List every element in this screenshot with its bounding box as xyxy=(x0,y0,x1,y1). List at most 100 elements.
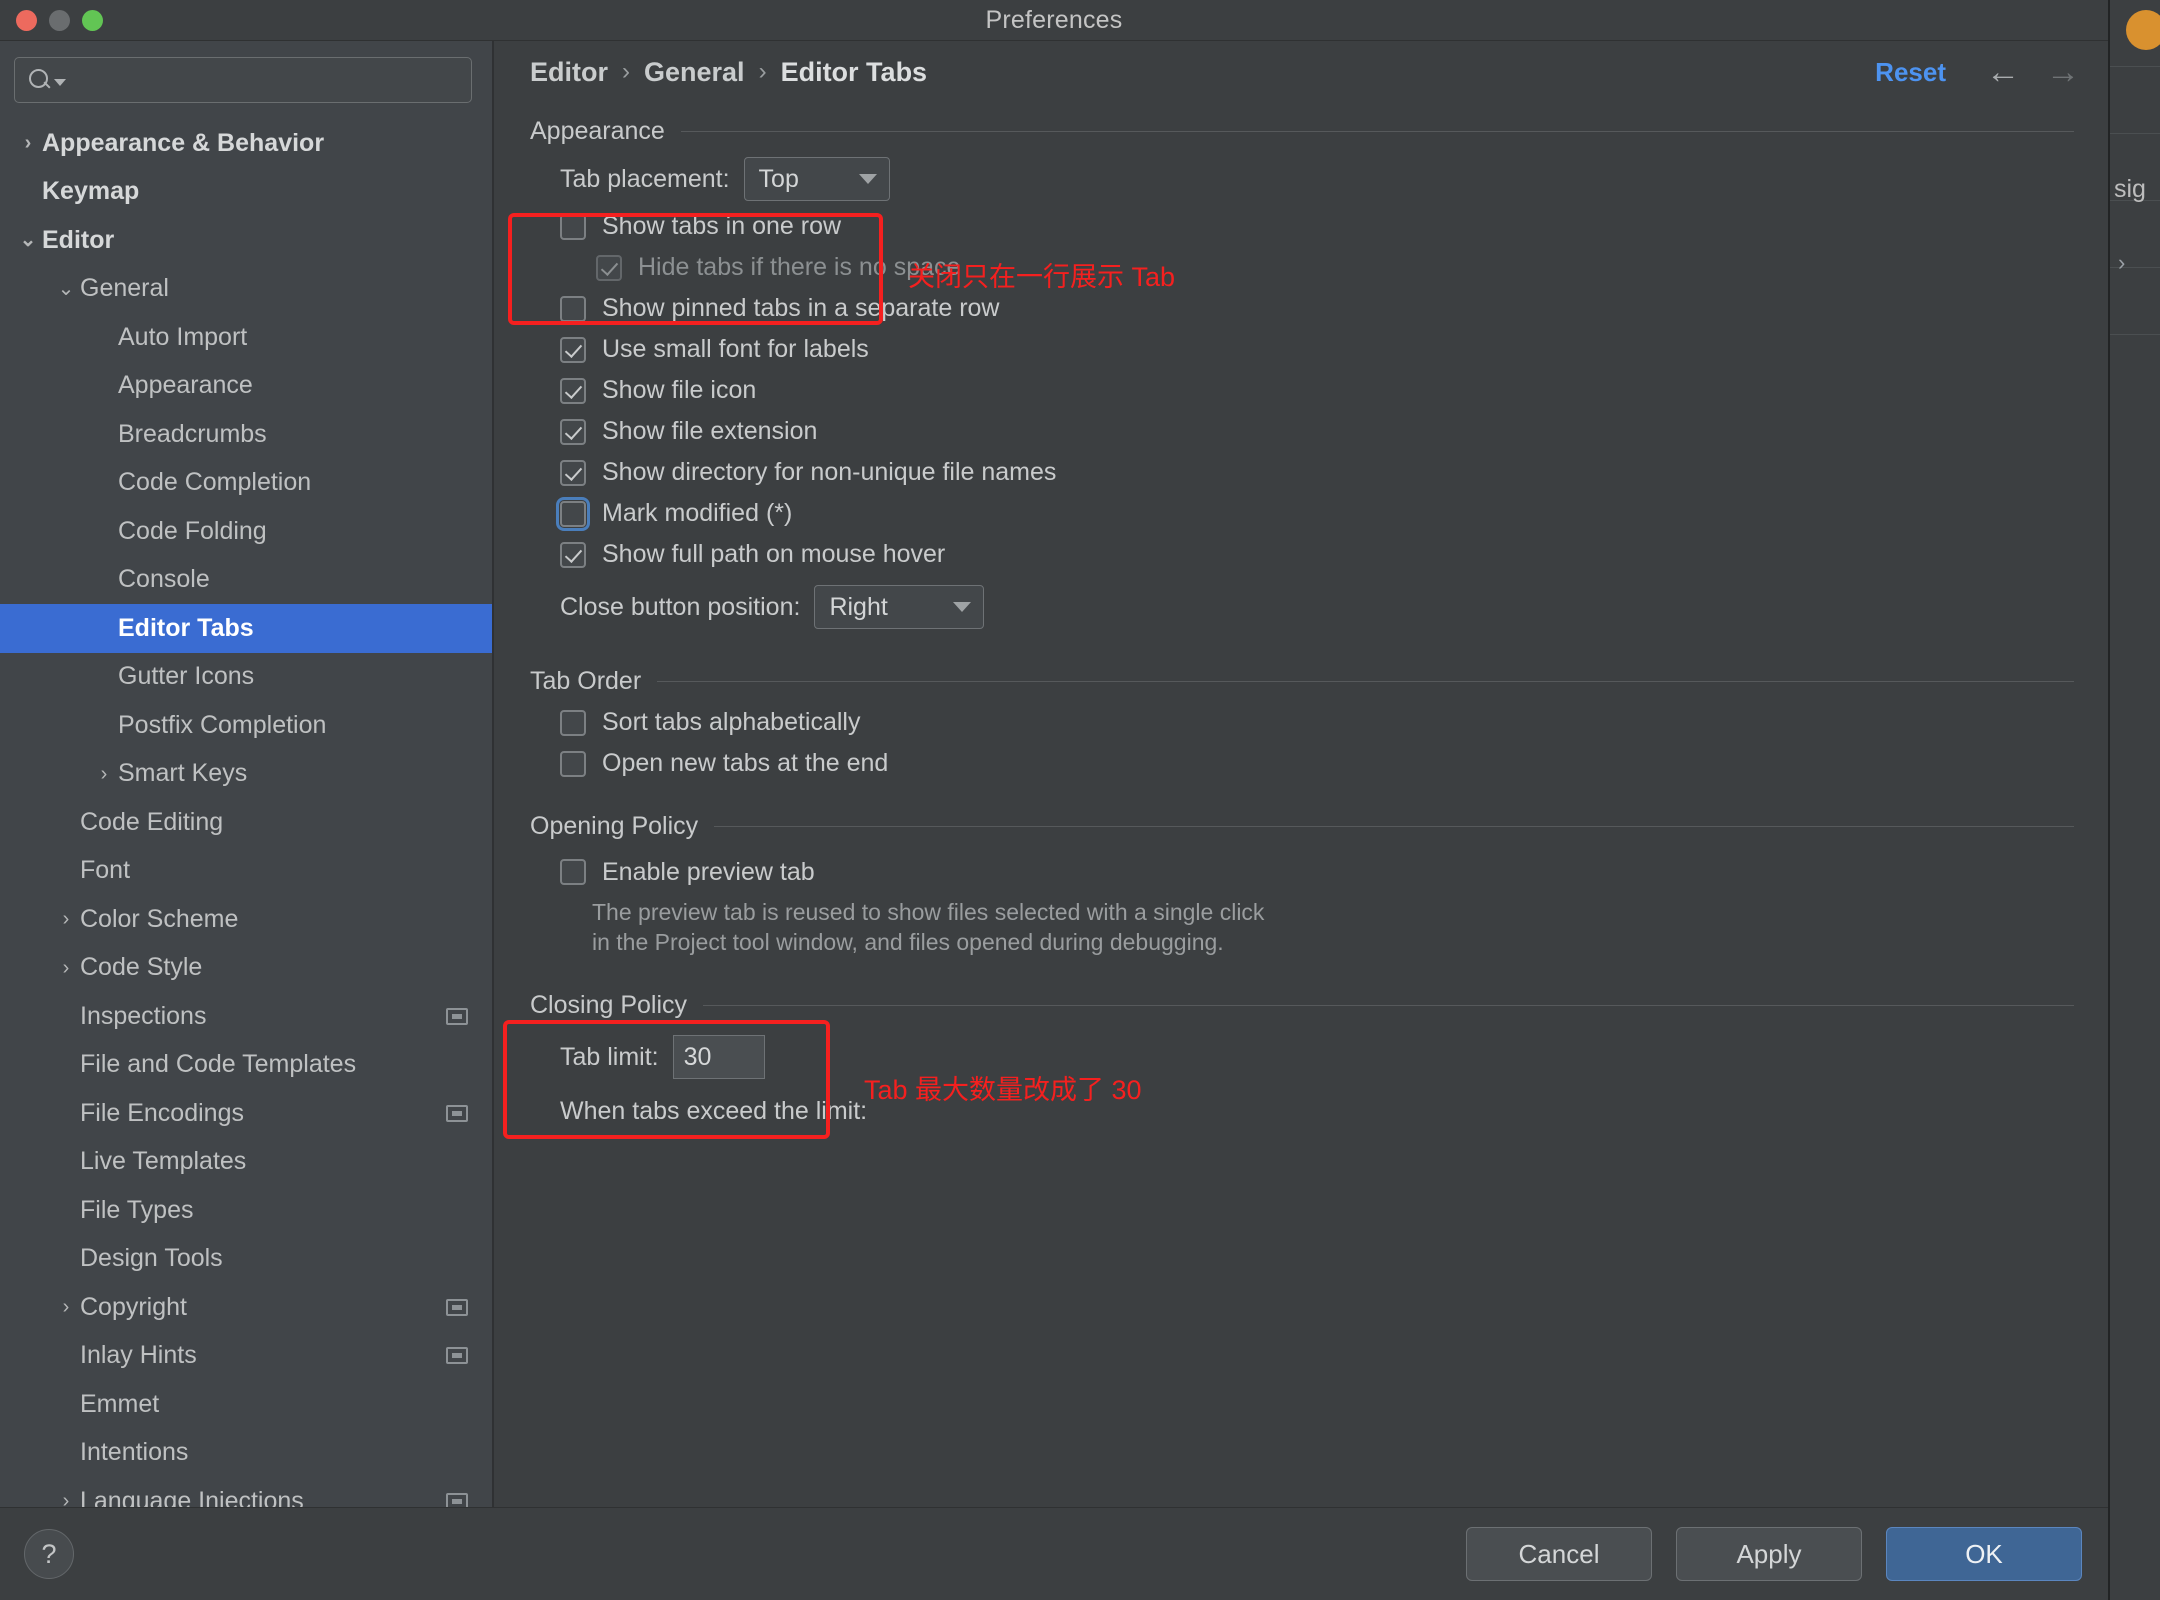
checkbox-row-show-directory-for-non-unique-file-names[interactable]: Show directory for non-unique file names xyxy=(530,452,2074,493)
sort-tabs-alphabetically-checkbox[interactable] xyxy=(560,710,586,736)
tab-limit-label: Tab limit: xyxy=(560,1043,659,1072)
enable-preview-tab-row[interactable]: Enable preview tab xyxy=(530,847,2074,897)
close-window-icon[interactable] xyxy=(16,10,37,31)
window-title: Preferences xyxy=(986,6,1123,35)
sidebar-item-file-and-code-templates[interactable]: ›File and Code Templates xyxy=(0,1041,492,1090)
close-button-position-select[interactable]: Right xyxy=(814,585,984,629)
sidebar-item-breadcrumbs[interactable]: ›Breadcrumbs xyxy=(0,410,492,459)
sidebar-item-appearance[interactable]: ›Appearance xyxy=(0,362,492,411)
reset-link[interactable]: Reset xyxy=(1875,57,1946,88)
sidebar-item-file-encodings[interactable]: ›File Encodings xyxy=(0,1089,492,1138)
breadcrumb-item-editor[interactable]: Editor xyxy=(530,57,608,88)
sidebar-item-label: Emmet xyxy=(80,1390,159,1419)
cancel-button[interactable]: Cancel xyxy=(1466,1527,1652,1581)
checkbox-row-show-file-extension[interactable]: Show file extension xyxy=(530,411,2074,452)
chevron-down-icon[interactable]: ⌄ xyxy=(52,279,80,299)
enable-preview-tab-label: Enable preview tab xyxy=(602,858,815,887)
tab-limit-input[interactable] xyxy=(673,1035,765,1079)
settings-panel: Appearance Tab placement: Top Show tabs … xyxy=(494,103,2108,1507)
checkbox-row-open-new-tabs-at-the-end[interactable]: Open new tabs at the end xyxy=(530,743,2074,784)
sidebar-item-design-tools[interactable]: ›Design Tools xyxy=(0,1235,492,1284)
checkbox-row-show-full-path-on-mouse-hover[interactable]: Show full path on mouse hover xyxy=(530,534,2074,575)
sidebar-item-keymap[interactable]: ›Keymap xyxy=(0,168,492,217)
breadcrumb-item-editor-tabs[interactable]: Editor Tabs xyxy=(781,57,928,88)
sidebar-item-auto-import[interactable]: ›Auto Import xyxy=(0,313,492,362)
chevron-right-icon[interactable]: › xyxy=(52,909,80,929)
forward-arrow-icon[interactable]: → xyxy=(2046,55,2080,89)
sidebar-item-editor[interactable]: ⌄Editor xyxy=(0,216,492,265)
sidebar-item-file-types[interactable]: ›File Types xyxy=(0,1186,492,1235)
sidebar-item-console[interactable]: ›Console xyxy=(0,556,492,605)
tab-placement-value: Top xyxy=(759,165,799,194)
use-small-font-for-labels-checkbox[interactable] xyxy=(560,337,586,363)
settings-tree[interactable]: ›Appearance & Behavior›Keymap⌄Editor⌄Gen… xyxy=(0,113,492,1507)
sidebar-item-code-folding[interactable]: ›Code Folding xyxy=(0,507,492,556)
chevron-down-icon[interactable]: ⌄ xyxy=(14,230,42,250)
bg-row xyxy=(2110,67,2160,134)
mark-modified-label: Mark modified (*) xyxy=(602,499,792,528)
sidebar-item-inlay-hints[interactable]: ›Inlay Hints xyxy=(0,1332,492,1381)
checkbox-row-show-file-icon[interactable]: Show file icon xyxy=(530,370,2074,411)
tab-placement-select[interactable]: Top xyxy=(744,157,890,201)
sidebar-item-smart-keys[interactable]: ›Smart Keys xyxy=(0,750,492,799)
sidebar-item-copyright[interactable]: ›Copyright xyxy=(0,1283,492,1332)
show-tabs-in-one-row-checkbox[interactable] xyxy=(560,214,586,240)
sidebar-item-label: Font xyxy=(80,856,130,885)
chevron-down-icon[interactable] xyxy=(54,79,66,86)
search-input[interactable] xyxy=(72,66,459,94)
section-closing-policy: Closing Policy xyxy=(530,991,2074,1020)
sidebar-item-editor-tabs[interactable]: ›Editor Tabs xyxy=(0,604,492,653)
ok-button[interactable]: OK xyxy=(1886,1527,2082,1581)
section-rule xyxy=(703,1005,2074,1006)
project-scope-icon xyxy=(446,1105,468,1122)
sidebar-item-code-completion[interactable]: ›Code Completion xyxy=(0,459,492,508)
show-directory-for-non-unique-file-names-checkbox[interactable] xyxy=(560,460,586,486)
apply-button[interactable]: Apply xyxy=(1676,1527,1862,1581)
minimize-window-icon[interactable] xyxy=(49,10,70,31)
checkbox-row-use-small-font-for-labels[interactable]: Use small font for labels xyxy=(530,329,2074,370)
sidebar-item-font[interactable]: ›Font xyxy=(0,847,492,896)
sidebar-item-language-injections[interactable]: ›Language Injections xyxy=(0,1477,492,1507)
close-button-position-value: Right xyxy=(829,593,887,622)
chevron-right-icon[interactable]: › xyxy=(90,764,118,784)
chevron-right-icon[interactable]: › xyxy=(52,1297,80,1317)
sidebar-item-live-templates[interactable]: ›Live Templates xyxy=(0,1138,492,1187)
section-title: Tab Order xyxy=(530,667,641,696)
checkbox-row-mark-modified[interactable]: Mark modified (*) xyxy=(530,493,2074,534)
when-tabs-exceed-row: When tabs exceed the limit: xyxy=(530,1088,2074,1134)
section-tab-order: Tab Order xyxy=(530,667,2074,696)
show-pinned-tabs-in-a-separate-row-checkbox[interactable] xyxy=(560,296,586,322)
mark-modified-checkbox[interactable] xyxy=(560,501,586,527)
show-file-extension-checkbox[interactable] xyxy=(560,419,586,445)
sidebar-item-label: Color Scheme xyxy=(80,905,238,934)
sidebar-item-intentions[interactable]: ›Intentions xyxy=(0,1429,492,1478)
sidebar-item-inspections[interactable]: ›Inspections xyxy=(0,992,492,1041)
sidebar-item-label: Inspections xyxy=(80,1002,206,1031)
checkbox-row-sort-tabs-alphabetically[interactable]: Sort tabs alphabetically xyxy=(530,702,2074,743)
chevron-right-icon[interactable]: › xyxy=(52,1491,80,1507)
sidebar-item-label: Live Templates xyxy=(80,1147,246,1176)
chevron-right-icon[interactable]: › xyxy=(14,133,42,153)
search-box[interactable] xyxy=(14,57,472,103)
sidebar-item-code-editing[interactable]: ›Code Editing xyxy=(0,798,492,847)
show-full-path-on-mouse-hover-checkbox[interactable] xyxy=(560,542,586,568)
sidebar-item-code-style[interactable]: ›Code Style xyxy=(0,944,492,993)
sidebar-item-general[interactable]: ⌄General xyxy=(0,265,492,314)
enable-preview-tab-checkbox[interactable] xyxy=(560,859,586,885)
help-button[interactable]: ? xyxy=(24,1529,74,1579)
chevron-right-icon[interactable]: › xyxy=(52,958,80,978)
sidebar-item-gutter-icons[interactable]: ›Gutter Icons xyxy=(0,653,492,702)
back-arrow-icon[interactable]: ← xyxy=(1986,55,2020,89)
checkbox-row-show-tabs-in-one-row[interactable]: Show tabs in one row xyxy=(530,206,2074,247)
sidebar-item-color-scheme[interactable]: ›Color Scheme xyxy=(0,895,492,944)
sidebar-item-postfix-completion[interactable]: ›Postfix Completion xyxy=(0,701,492,750)
sidebar-item-appearance-behavior[interactable]: ›Appearance & Behavior xyxy=(0,119,492,168)
checkbox-row-show-pinned-tabs-in-a-separate-row[interactable]: Show pinned tabs in a separate row xyxy=(530,288,2074,329)
zoom-window-icon[interactable] xyxy=(82,10,103,31)
breadcrumb-item-general[interactable]: General xyxy=(644,57,745,88)
show-file-icon-checkbox[interactable] xyxy=(560,378,586,404)
sidebar-item-emmet[interactable]: ›Emmet xyxy=(0,1380,492,1429)
sidebar-item-label: Inlay Hints xyxy=(80,1341,197,1370)
open-new-tabs-at-the-end-checkbox[interactable] xyxy=(560,751,586,777)
chevron-down-icon xyxy=(953,602,971,612)
